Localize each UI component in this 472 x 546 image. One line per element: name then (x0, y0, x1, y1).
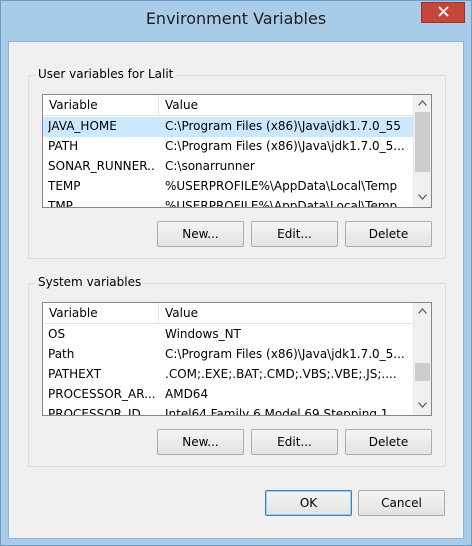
scroll-thumb[interactable] (415, 363, 430, 381)
list-header: Variable Value (43, 303, 413, 324)
system-delete-button[interactable]: Delete (345, 429, 432, 455)
variable-name: SONAR_RUNNER... (48, 159, 156, 173)
scroll-up-button[interactable] (414, 95, 431, 112)
table-row[interactable]: PATHEXT .COM;.EXE;.BAT;.CMD;.VBS;.VBE;.J… (43, 365, 413, 385)
table-row[interactable]: OS Windows_NT (43, 325, 413, 345)
scroll-down-button[interactable] (414, 189, 431, 206)
table-row[interactable]: TEMP %USERPROFILE%\AppData\Local\Temp (43, 177, 413, 197)
variable-name: JAVA_HOME (48, 119, 117, 133)
scroll-down-button[interactable] (414, 397, 431, 414)
variable-value: AMD64 (165, 387, 209, 401)
variable-name: TMP (48, 199, 73, 208)
window-title: Environment Variables (145, 9, 327, 28)
column-value[interactable]: Value (165, 306, 198, 320)
variable-name: PATHEXT (48, 367, 102, 381)
variable-name: PROCESSOR_ID... (48, 407, 153, 416)
vertical-scrollbar[interactable] (413, 95, 431, 207)
column-value[interactable]: Value (165, 98, 198, 112)
vertical-scrollbar[interactable] (413, 303, 431, 415)
scroll-thumb[interactable] (415, 112, 430, 172)
table-row[interactable]: JAVA_HOME C:\Program Files (x86)\Java\jd… (43, 117, 413, 137)
variable-name: PROCESSOR_AR... (48, 387, 156, 401)
close-button[interactable] (421, 2, 465, 23)
chevron-down-icon (418, 401, 427, 411)
environment-variables-window: Environment Variables User variables for… (0, 0, 472, 546)
cancel-button[interactable]: Cancel (358, 490, 445, 516)
user-delete-button[interactable]: Delete (345, 221, 432, 247)
system-new-button[interactable]: New... (157, 429, 244, 455)
chevron-up-icon (418, 307, 427, 317)
variable-value: %USERPROFILE%\AppData\Local\Temp (165, 179, 398, 193)
column-variable[interactable]: Variable (49, 306, 98, 320)
table-row[interactable]: PATH C:\Program Files (x86)\Java\jdk1.7.… (43, 137, 413, 157)
table-row[interactable]: SONAR_RUNNER... C:\sonarrunner (43, 157, 413, 177)
user-new-button[interactable]: New... (157, 221, 244, 247)
close-icon (437, 5, 449, 20)
column-variable[interactable]: Variable (49, 98, 98, 112)
chevron-down-icon (418, 193, 427, 203)
column-divider[interactable] (158, 303, 159, 324)
dialog-body: User variables for Lalit Variable Value … (8, 41, 464, 539)
variable-value: C:\Program Files (x86)\Java\jdk1.7.0_5..… (165, 139, 405, 153)
user-variables-label: User variables for Lalit (35, 67, 177, 81)
user-variables-list[interactable]: Variable Value JAVA_HOME C:\Program File… (42, 94, 432, 208)
variable-value: C:\Program Files (x86)\Java\jdk1.7.0_5..… (165, 347, 405, 361)
system-variables-label: System variables (35, 275, 145, 289)
scroll-up-button[interactable] (414, 303, 431, 320)
variable-value: Intel64 Family 6 Model 69 Stepping 1 (165, 407, 389, 416)
table-row[interactable]: TMP %USERPROFILE%\AppData\Local\Temp (43, 197, 413, 208)
variable-value: %USERPROFILE%\AppData\Local\Temp (165, 199, 398, 208)
system-variables-group: System variables Variable Value OS Windo… (28, 275, 446, 467)
title-bar[interactable]: Environment Variables (1, 1, 471, 41)
variable-value: Windows_NT (165, 327, 241, 341)
variable-name: TEMP (48, 179, 81, 193)
table-row[interactable]: PROCESSOR_ID... Intel64 Family 6 Model 6… (43, 405, 413, 416)
variable-name: PATH (48, 139, 79, 153)
variable-value: .COM;.EXE;.BAT;.CMD;.VBS;.VBE;.JS;.... (165, 367, 397, 381)
user-edit-button[interactable]: Edit... (251, 221, 338, 247)
chevron-up-icon (418, 99, 427, 109)
list-header: Variable Value (43, 95, 413, 116)
variable-name: OS (48, 327, 66, 341)
table-row[interactable]: Path C:\Program Files (x86)\Java\jdk1.7.… (43, 345, 413, 365)
table-row[interactable]: PROCESSOR_AR... AMD64 (43, 385, 413, 405)
variable-value: C:\Program Files (x86)\Java\jdk1.7.0_55 (165, 119, 401, 133)
system-variables-list[interactable]: Variable Value OS Windows_NT Path C:\Pro… (42, 302, 432, 416)
column-divider[interactable] (158, 95, 159, 116)
variable-value: C:\sonarrunner (165, 159, 255, 173)
variable-name: Path (48, 347, 75, 361)
system-edit-button[interactable]: Edit... (251, 429, 338, 455)
ok-button[interactable]: OK (265, 490, 352, 516)
user-variables-group: User variables for Lalit Variable Value … (28, 67, 446, 259)
